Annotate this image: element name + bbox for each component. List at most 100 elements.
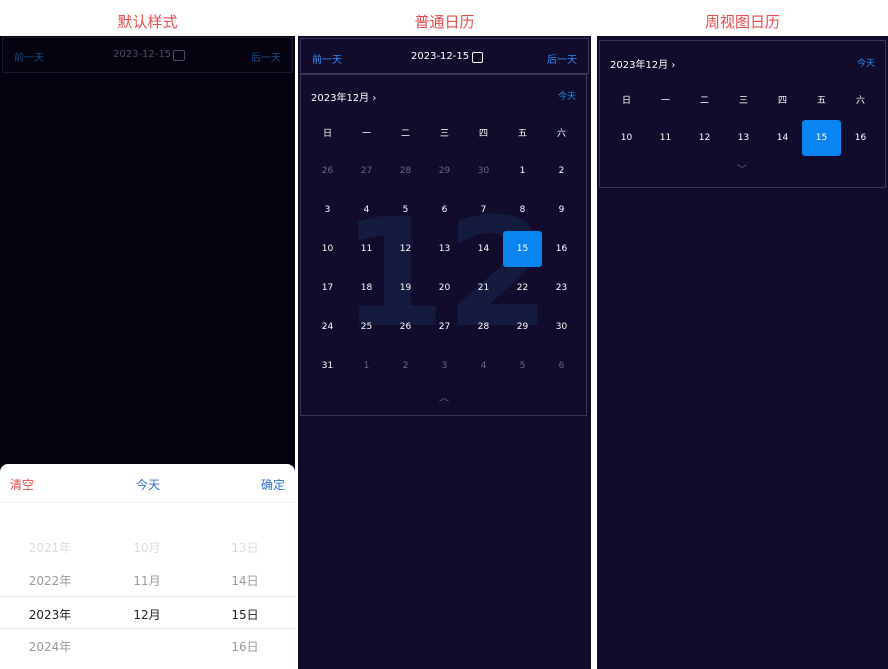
day-cell[interactable]: 1 bbox=[347, 348, 386, 384]
day-cell[interactable]: 26 bbox=[308, 153, 347, 189]
day-cell[interactable]: 12 bbox=[685, 120, 724, 156]
picker-row[interactable]: 2024年 16日 bbox=[0, 629, 295, 662]
month-label[interactable]: 2023年12月 › bbox=[311, 89, 376, 104]
day-cell[interactable]: 25 bbox=[347, 309, 386, 345]
confirm-button[interactable]: 确定 bbox=[261, 476, 285, 493]
day-cell[interactable]: 27 bbox=[347, 153, 386, 189]
chevron-right-icon[interactable]: › bbox=[671, 60, 675, 71]
day-cell[interactable]: 2 bbox=[386, 348, 425, 384]
day-cell[interactable]: 4 bbox=[464, 348, 503, 384]
day-cell[interactable]: 18 bbox=[347, 270, 386, 306]
day-cell[interactable]: 17 bbox=[308, 270, 347, 306]
picker-row[interactable]: 2025年17日 bbox=[0, 662, 295, 669]
weekday-header: 二 bbox=[699, 95, 709, 106]
clear-button[interactable]: 清空 bbox=[10, 476, 34, 493]
calendar-icon[interactable] bbox=[472, 52, 483, 63]
day-cell[interactable]: 4 bbox=[347, 192, 386, 228]
day-cell[interactable]: 2 bbox=[542, 153, 581, 189]
day-cell[interactable]: 29 bbox=[503, 309, 542, 345]
prev-day-button[interactable]: 前一天 bbox=[312, 51, 342, 66]
day-cell[interactable]: 6 bbox=[542, 348, 581, 384]
day-cell[interactable]: 29 bbox=[425, 153, 464, 189]
next-day-button[interactable]: 后一天 bbox=[251, 49, 281, 64]
picker-row[interactable]: 2021年 10月 13日 bbox=[0, 530, 295, 563]
normal-calendar-panel: 前一天 2023-12-15 后一天 12 2023年12月 › 今天 日一二三… bbox=[298, 36, 591, 669]
day-cell[interactable]: 30 bbox=[464, 153, 503, 189]
calendar-icon[interactable] bbox=[173, 50, 185, 61]
day-cell[interactable]: 5 bbox=[503, 348, 542, 384]
day-cell[interactable]: 3 bbox=[308, 192, 347, 228]
day-cell[interactable]: 21 bbox=[464, 270, 503, 306]
date-nav-bar: 前一天 2023-12-15 后一天 bbox=[2, 37, 293, 73]
picker-year[interactable]: 2023年 bbox=[5, 606, 95, 623]
day-cell[interactable]: 28 bbox=[386, 153, 425, 189]
default-style-panel: 前一天 2023-12-15 后一天 清空 今天 确定 2021年 10月 13日 2… bbox=[0, 36, 295, 669]
collapse-chevron-icon[interactable]: ︿ bbox=[439, 389, 449, 404]
day-cell[interactable]: 19 bbox=[386, 270, 425, 306]
month-label[interactable]: 2023年12月 › bbox=[610, 56, 675, 71]
title-default-style: 默认样式 bbox=[117, 13, 178, 31]
picker-day[interactable]: 15日 bbox=[200, 606, 290, 623]
weekday-header: 六 bbox=[855, 95, 865, 106]
divider bbox=[0, 502, 295, 503]
day-cell[interactable]: 6 bbox=[425, 192, 464, 228]
picker-row[interactable]: 2022年 11月 14日 bbox=[0, 563, 295, 596]
picker-year[interactable]: 2024年 bbox=[5, 638, 95, 655]
picker-row[interactable]: 2023年 12月 15日 bbox=[0, 596, 295, 629]
month-calendar: 12 2023年12月 › 今天 日一二三四五六 26 27 28 29 30 1 2 3 4 5 6… bbox=[300, 74, 587, 416]
day-cell[interactable]: 15 bbox=[503, 231, 542, 267]
picker-year[interactable]: 2021年 bbox=[5, 539, 95, 556]
day-cell[interactable]: 13 bbox=[425, 231, 464, 267]
weekday-header: 六 bbox=[556, 128, 566, 139]
picker-month[interactable]: 10月 bbox=[102, 539, 192, 556]
chevron-right-icon[interactable]: › bbox=[372, 93, 376, 104]
day-cell[interactable]: 16 bbox=[841, 120, 880, 156]
weekday-header: 一 bbox=[660, 95, 670, 106]
day-cell[interactable]: 31 bbox=[308, 348, 347, 384]
picker-day[interactable]: 14日 bbox=[200, 572, 290, 589]
day-cell[interactable]: 14 bbox=[464, 231, 503, 267]
prev-day-button[interactable]: 前一天 bbox=[14, 49, 44, 64]
day-cell[interactable]: 11 bbox=[347, 231, 386, 267]
day-cell[interactable]: 10 bbox=[308, 231, 347, 267]
picker-month[interactable]: 12月 bbox=[102, 606, 192, 623]
today-link[interactable]: 今天 bbox=[558, 89, 576, 102]
current-date[interactable]: 2023-12-15 bbox=[411, 51, 469, 62]
picker-day[interactable]: 16日 bbox=[200, 638, 290, 655]
day-cell[interactable]: 26 bbox=[386, 309, 425, 345]
day-cell[interactable]: 14 bbox=[763, 120, 802, 156]
weekday-header: 四 bbox=[478, 128, 488, 139]
current-date[interactable]: 2023-12-15 bbox=[113, 49, 171, 60]
next-day-button[interactable]: 后一天 bbox=[547, 51, 577, 66]
day-cell[interactable]: 8 bbox=[503, 192, 542, 228]
today-button[interactable]: 今天 bbox=[136, 476, 160, 493]
day-cell[interactable]: 30 bbox=[542, 309, 581, 345]
today-link[interactable]: 今天 bbox=[857, 56, 875, 69]
day-cell[interactable]: 9 bbox=[542, 192, 581, 228]
day-cell[interactable]: 10 bbox=[607, 120, 646, 156]
day-cell[interactable]: 15 bbox=[802, 120, 841, 156]
picker-month[interactable]: 11月 bbox=[102, 572, 192, 589]
day-cell[interactable]: 12 bbox=[386, 231, 425, 267]
day-cell[interactable]: 20 bbox=[425, 270, 464, 306]
day-cell[interactable]: 16 bbox=[542, 231, 581, 267]
day-cell[interactable]: 28 bbox=[464, 309, 503, 345]
weekday-header: 日 bbox=[322, 128, 332, 139]
day-cell[interactable]: 3 bbox=[425, 348, 464, 384]
day-cell[interactable]: 11 bbox=[646, 120, 685, 156]
picker-year[interactable]: 2022年 bbox=[5, 572, 95, 589]
date-nav-bar: 前一天 2023-12-15 后一天 bbox=[300, 38, 589, 74]
expand-chevron-icon[interactable]: ﹀ bbox=[737, 161, 747, 176]
day-cell[interactable]: 23 bbox=[542, 270, 581, 306]
picker-day[interactable]: 13日 bbox=[200, 539, 290, 556]
weekday-header: 三 bbox=[738, 95, 748, 106]
day-cell[interactable]: 7 bbox=[464, 192, 503, 228]
title-week-calendar: 周视图日历 bbox=[704, 13, 780, 31]
day-cell[interactable]: 24 bbox=[308, 309, 347, 345]
day-cell[interactable]: 22 bbox=[503, 270, 542, 306]
day-cell[interactable]: 13 bbox=[724, 120, 763, 156]
week-calendar: 2023年12月 › 今天 日 一 二 三 四 五 六 10 11 12 13 14 15 16 ﹀ bbox=[599, 40, 886, 188]
day-cell[interactable]: 27 bbox=[425, 309, 464, 345]
day-cell[interactable]: 5 bbox=[386, 192, 425, 228]
day-cell[interactable]: 1 bbox=[503, 153, 542, 189]
